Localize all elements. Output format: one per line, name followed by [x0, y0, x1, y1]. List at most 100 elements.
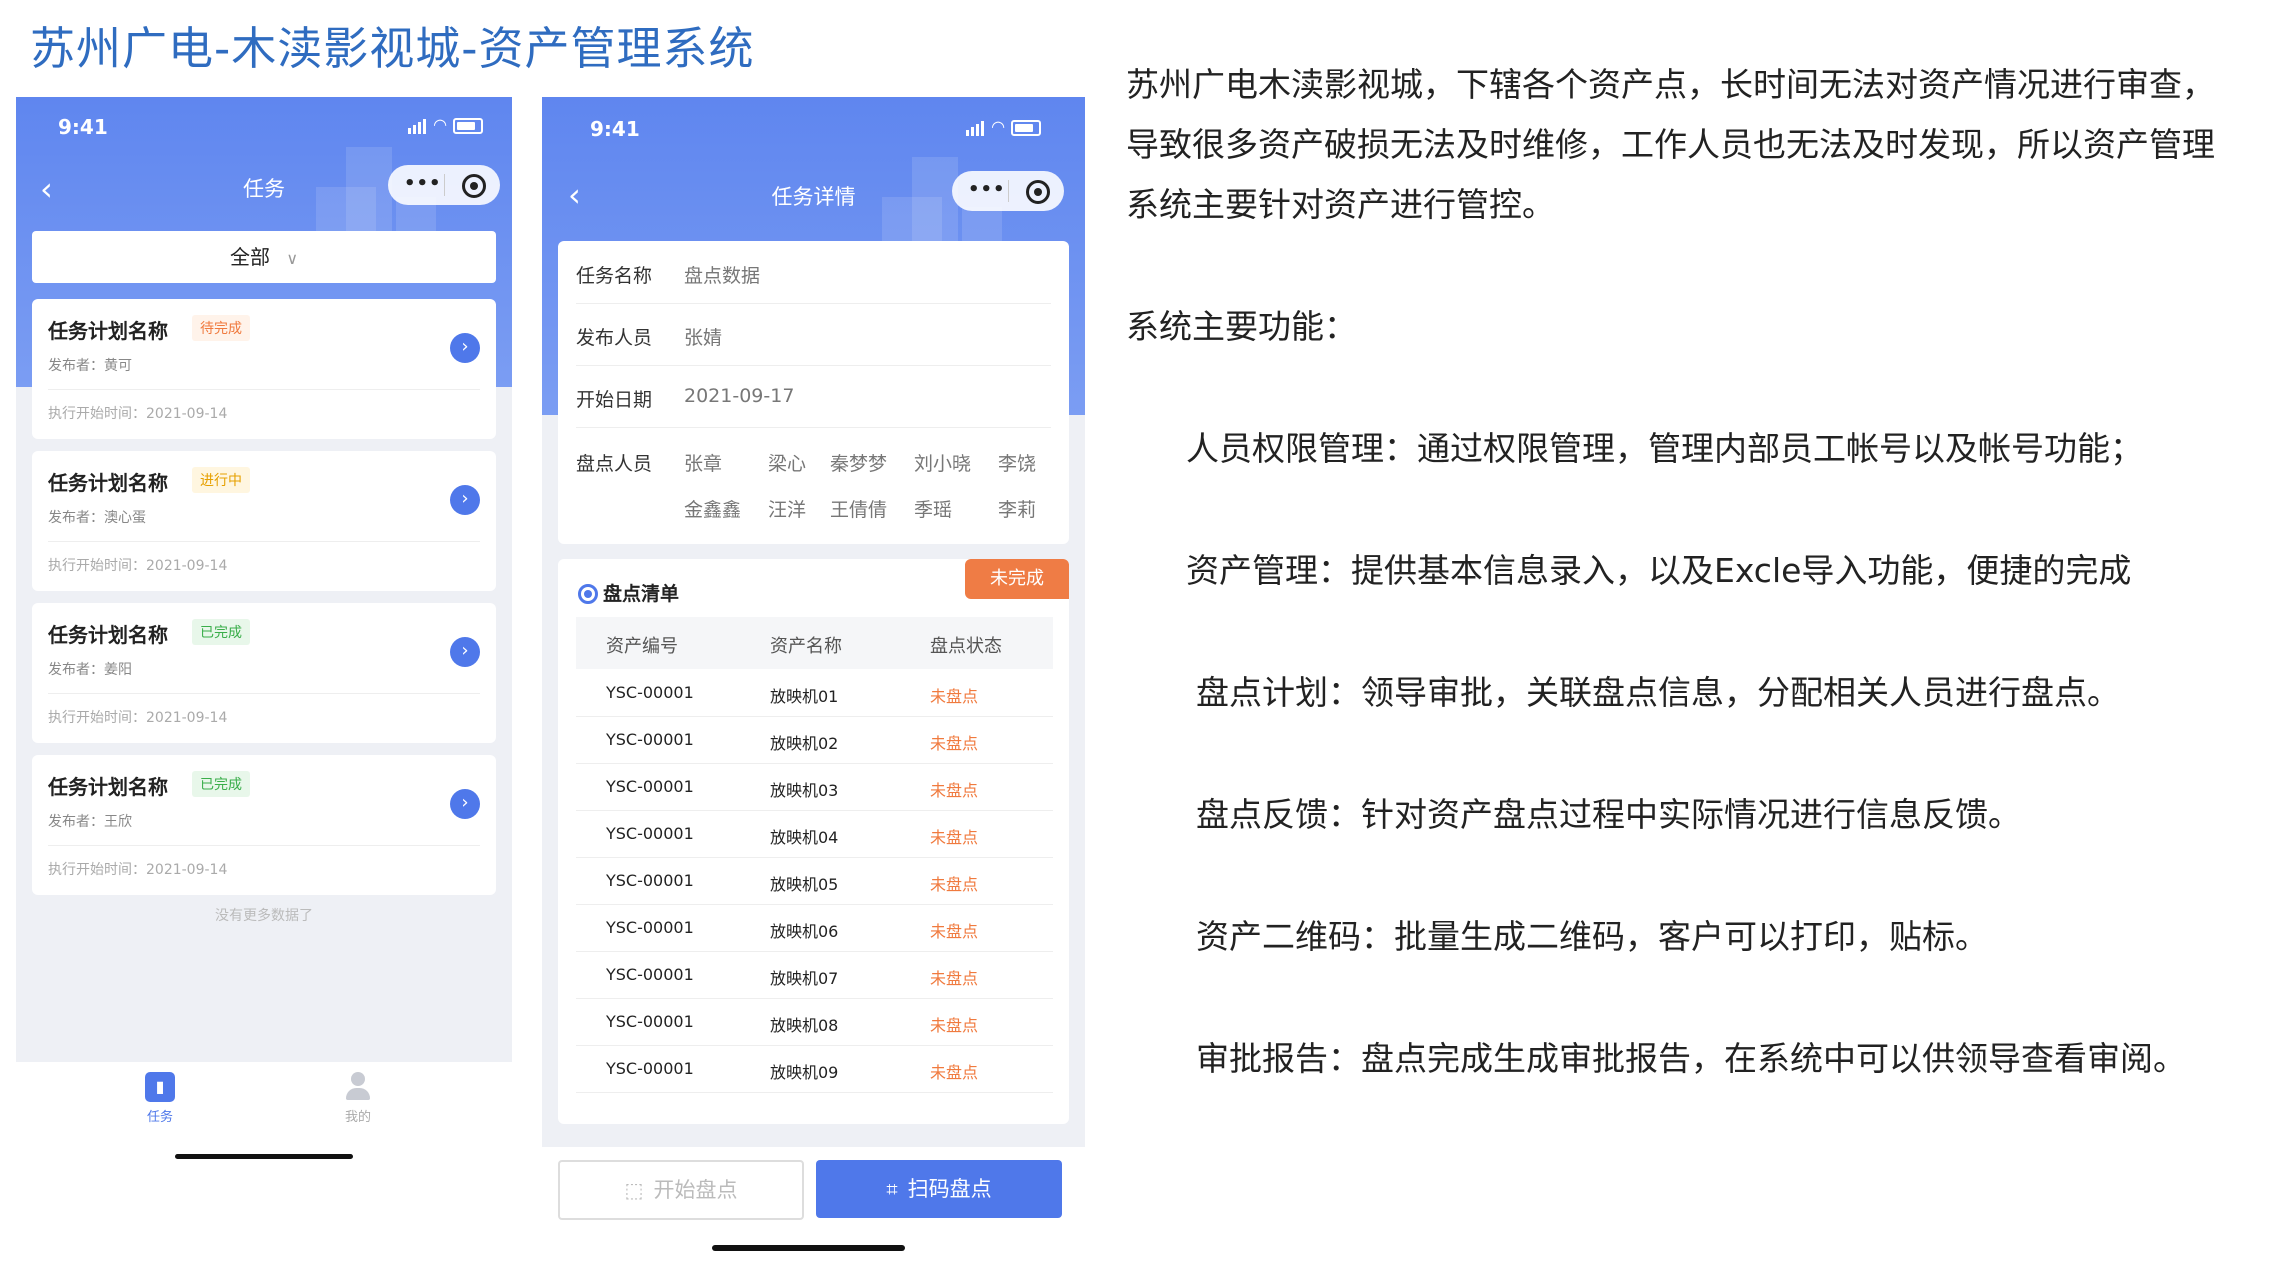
table-row[interactable]: YSC-00001 放映机09 未盘点: [576, 1045, 1053, 1093]
asset-status: 未盘点: [930, 969, 979, 988]
chevron-down-icon: ∨: [286, 249, 299, 268]
asset-code: YSC-00001: [606, 683, 694, 702]
column-header: 资产名称: [770, 636, 842, 657]
info-label: 盘点人员: [576, 453, 653, 475]
wifi-icon: ◠: [991, 117, 1006, 136]
table-row[interactable]: YSC-00001 放映机03 未盘点: [576, 763, 1053, 811]
chevron-right-icon[interactable]: ›: [450, 637, 480, 667]
asset-status: 未盘点: [930, 1016, 979, 1035]
filter-label: 全部: [229, 245, 270, 269]
bar-chart-icon: ▮: [145, 1072, 175, 1102]
info-row: 开始日期 2021-09-17: [576, 365, 1051, 428]
info-label: 开始日期: [576, 389, 653, 411]
asset-name: 放映机03: [770, 781, 839, 800]
asset-name: 放映机07: [770, 969, 839, 988]
asset-code: YSC-00001: [606, 965, 694, 984]
info-label: 发布人员: [576, 327, 653, 349]
asset-code: YSC-00001: [606, 824, 694, 843]
person-name: 李莉: [998, 499, 1037, 521]
asset-status: 未盘点: [930, 922, 979, 941]
task-card[interactable]: 任务计划名称 已完成 发布者：姜阳 执行开始时间：2021-09-14 ›: [32, 603, 496, 743]
home-indicator: [712, 1245, 905, 1251]
intro-line: 导致很多资产破损无法及时维修，工作人员也无法及时发现，所以资产管理: [1126, 125, 2215, 164]
table-row[interactable]: YSC-00001 放映机06 未盘点: [576, 904, 1053, 952]
asset-name: 放映机09: [770, 1063, 839, 1082]
person-name: 梁心: [768, 453, 807, 475]
person-name: 汪洋: [768, 499, 807, 521]
feature-item: 资产管理：提供基本信息录入，以及Excle导入功能，便捷的完成: [1186, 551, 2132, 590]
info-row: 发布人员 张婧: [576, 303, 1051, 366]
asset-name: 放映机08: [770, 1016, 839, 1035]
task-start-time: 执行开始时间：2021-09-14: [48, 558, 228, 574]
info-value: 张婧: [684, 327, 723, 349]
asset-name: 放映机02: [770, 734, 839, 753]
person-name: 张章: [684, 453, 723, 475]
start-inventory-button[interactable]: ⬚ 开始盘点: [558, 1160, 804, 1220]
asset-status: 未盘点: [930, 734, 979, 753]
home-indicator: [175, 1154, 353, 1159]
chevron-right-icon[interactable]: ›: [450, 789, 480, 819]
table-row[interactable]: YSC-00001 放映机04 未盘点: [576, 810, 1053, 858]
info-row: 任务名称 盘点数据: [576, 241, 1051, 304]
task-card[interactable]: 任务计划名称 进行中 发布者：澳心蛋 执行开始时间：2021-09-14 ›: [32, 451, 496, 591]
page-title: 苏州广电-木渎影视城-资产管理系统: [30, 22, 755, 75]
table-row[interactable]: YSC-00001 放映机07 未盘点: [576, 951, 1053, 999]
intro-line: 苏州广电木渎影视城，下辖各个资产点，长时间无法对资产情况进行审查，: [1126, 65, 2215, 104]
info-value: 盘点数据: [684, 265, 761, 287]
asset-code: YSC-00001: [606, 918, 694, 937]
task-name: 任务计划名称: [48, 471, 168, 495]
person-name: 秦梦梦: [830, 453, 888, 475]
feature-item: 人员权限管理：通过权限管理，管理内部员工帐号以及帐号功能；: [1186, 429, 2143, 468]
scan-inventory-button[interactable]: ⌗ 扫码盘点: [816, 1160, 1062, 1218]
task-publisher: 发布者：黄可: [48, 358, 132, 374]
status-filter-dropdown[interactable]: 全部 ∨: [32, 231, 496, 283]
status-badge: 已完成: [192, 619, 250, 645]
chevron-right-icon[interactable]: ›: [450, 485, 480, 515]
mini-program-capsule[interactable]: •••: [388, 165, 500, 205]
scan-icon: ⌗: [886, 1177, 898, 1201]
mini-program-capsule[interactable]: •••: [952, 171, 1064, 211]
status-time: 9:41: [590, 117, 640, 141]
info-value: 2021-09-17: [684, 385, 795, 407]
asset-code: YSC-00001: [606, 730, 694, 749]
person-name: 王倩倩: [830, 499, 888, 521]
more-icon[interactable]: •••: [404, 173, 442, 194]
radio-selected-icon: [578, 584, 598, 604]
column-header: 盘点状态: [930, 636, 1002, 657]
inventory-list-card: 盘点清单 未完成 资产编号 资产名称 盘点状态 YSC-00001 放映机01 …: [558, 559, 1069, 1124]
status-icons: ◠: [966, 117, 1042, 136]
person-name: 季瑶: [914, 499, 953, 521]
asset-status: 未盘点: [930, 1063, 979, 1082]
asset-status: 未盘点: [930, 781, 979, 800]
task-name: 任务计划名称: [48, 623, 168, 647]
chevron-right-icon[interactable]: ›: [450, 333, 480, 363]
feature-item: 盘点计划：领导审批，关联盘点信息，分配相关人员进行盘点。: [1196, 673, 2120, 712]
asset-code: YSC-00001: [606, 871, 694, 890]
close-target-icon[interactable]: [462, 174, 486, 198]
status-badge: 已完成: [192, 771, 250, 797]
tab-tasks[interactable]: ▮ 任务: [120, 1072, 200, 1125]
close-target-icon[interactable]: [1026, 180, 1050, 204]
person-name: 刘小晓: [914, 453, 972, 475]
feature-item: 审批报告：盘点完成生成审批报告，在系统中可以供领导查看审阅。: [1196, 1039, 2186, 1078]
tab-mine[interactable]: 我的: [318, 1072, 398, 1125]
asset-name: 放映机06: [770, 922, 839, 941]
status-badge: 待完成: [192, 315, 250, 341]
task-card[interactable]: 任务计划名称 已完成 发布者：王欣 执行开始时间：2021-09-14 ›: [32, 755, 496, 895]
table-row[interactable]: YSC-00001 放映机05 未盘点: [576, 857, 1053, 905]
asset-code: YSC-00001: [606, 1012, 694, 1031]
more-icon[interactable]: •••: [968, 179, 1006, 200]
asset-status: 未盘点: [930, 828, 979, 847]
asset-code: YSC-00001: [606, 777, 694, 796]
user-icon: [343, 1072, 373, 1102]
no-more-data: 没有更多数据了: [215, 908, 313, 924]
table-row[interactable]: YSC-00001 放映机08 未盘点: [576, 998, 1053, 1046]
table-row[interactable]: YSC-00001 放映机01 未盘点: [576, 669, 1053, 717]
task-card[interactable]: 任务计划名称 待完成 发布者：黄可 执行开始时间：2021-09-14 ›: [32, 299, 496, 439]
status-badge: 未完成: [965, 559, 1069, 599]
task-start-time: 执行开始时间：2021-09-14: [48, 710, 228, 726]
asset-code: YSC-00001: [606, 1059, 694, 1078]
asset-status: 未盘点: [930, 875, 979, 894]
task-name: 任务计划名称: [48, 775, 168, 799]
table-row[interactable]: YSC-00001 放映机02 未盘点: [576, 716, 1053, 764]
